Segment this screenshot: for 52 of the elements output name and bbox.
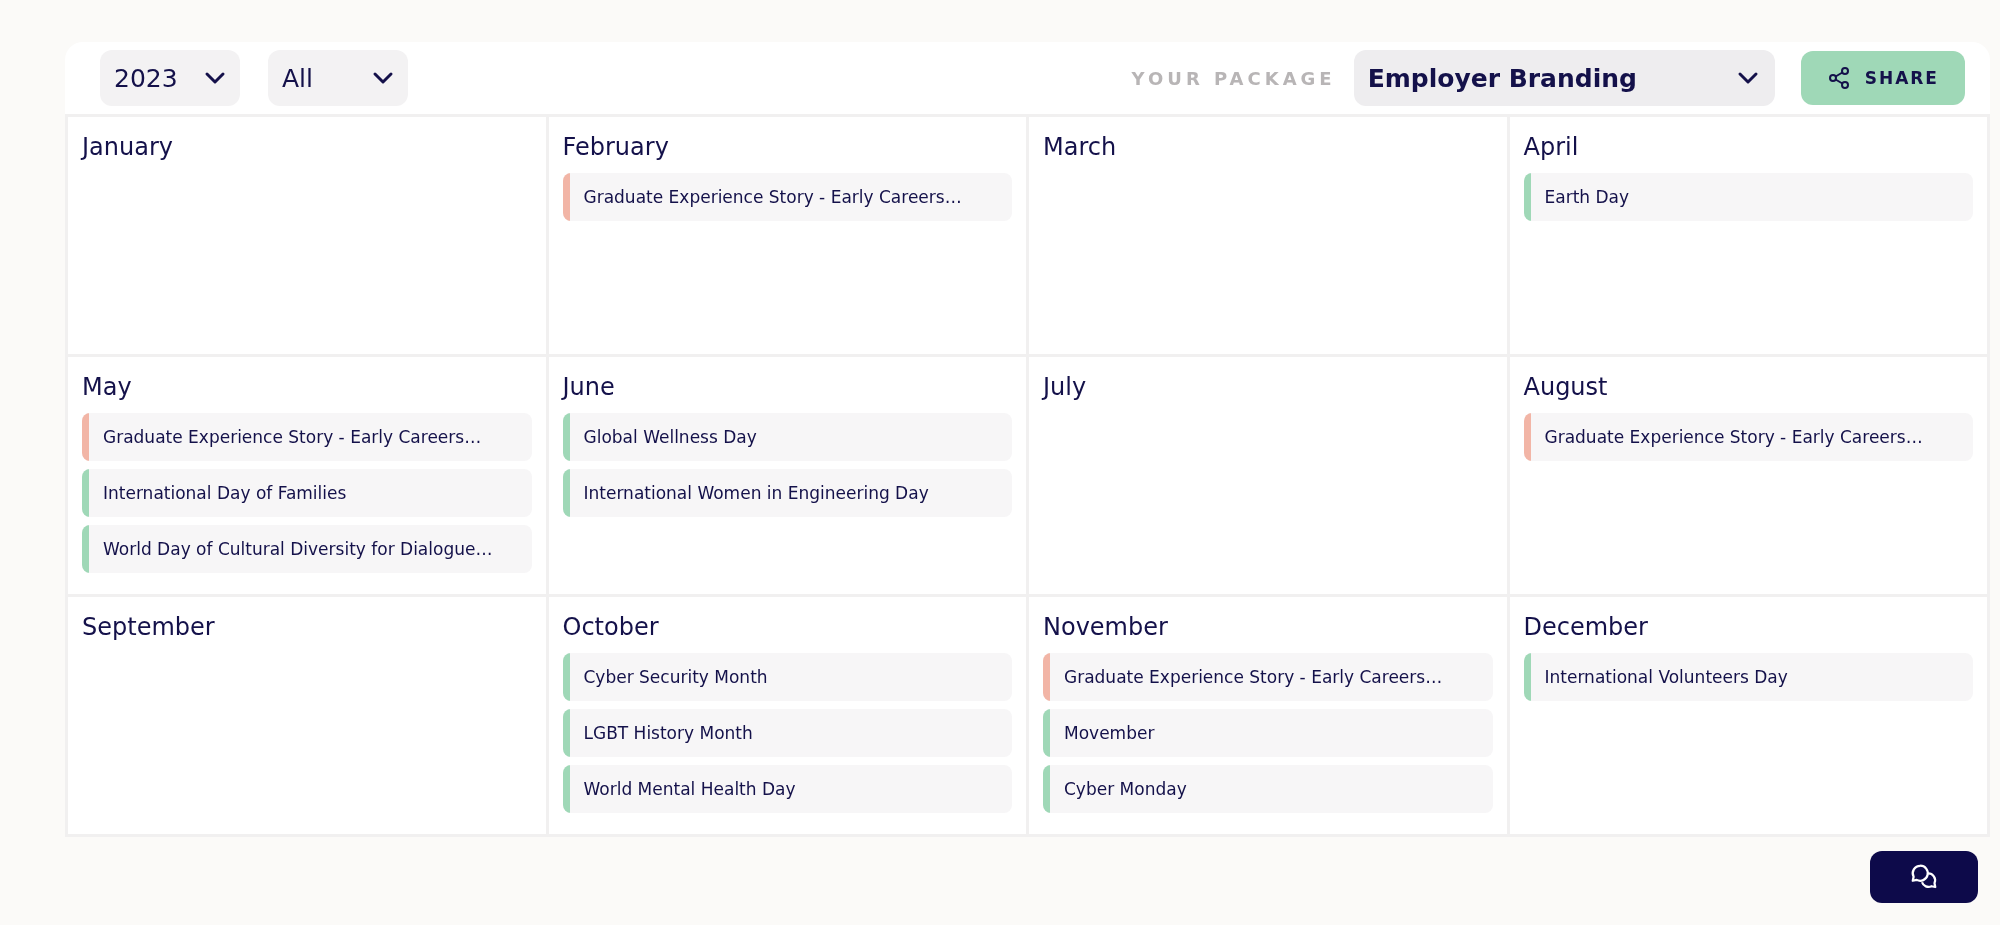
chevron-down-icon — [372, 71, 394, 85]
event-item[interactable]: World Mental Health Day — [562, 765, 1012, 813]
event-item[interactable]: Cyber Monday — [1043, 765, 1493, 813]
share-button[interactable]: SHARE — [1800, 51, 1965, 105]
event-item[interactable]: Cyber Security Month — [562, 653, 1012, 701]
event-item[interactable]: Graduate Experience Story - Early Careers… — [562, 173, 1012, 221]
event-item[interactable]: International Women in Engineering Day — [562, 469, 1012, 517]
event-title: International Volunteers Day — [1543, 666, 1788, 689]
month-title: September — [82, 613, 216, 641]
year-dropdown[interactable]: 2023 — [100, 50, 240, 106]
event-title: Movember — [1063, 722, 1155, 745]
month-title: November — [1043, 613, 1169, 641]
event-title: World Mental Health Day — [582, 778, 796, 801]
chevron-down-icon — [204, 71, 226, 85]
event-title: Graduate Experience Story - Early Careers… — [1543, 426, 1923, 449]
event-item[interactable]: LGBT History Month — [562, 709, 1012, 757]
event-title: World Day of Cultural Diversity for Dialogue… — [102, 538, 493, 561]
month-title: January — [82, 133, 174, 161]
month-title: June — [562, 373, 616, 401]
event-title: Graduate Experience Story - Early Careers… — [582, 186, 962, 209]
event-title: Cyber Security Month — [582, 666, 768, 689]
event-title: Earth Day — [1543, 186, 1630, 209]
month-title: May — [82, 373, 133, 401]
event-title: Graduate Experience Story - Early Careers… — [102, 426, 482, 449]
month-title: August — [1523, 373, 1609, 401]
event-title: Cyber Monday — [1063, 778, 1187, 801]
month-title: July — [1043, 373, 1088, 401]
month-title: October — [562, 613, 660, 641]
event-title: International Day of Families — [102, 482, 347, 505]
event-item[interactable]: International Volunteers Day — [1523, 653, 1973, 701]
event-item[interactable]: Global Wellness Day — [562, 413, 1012, 461]
event-title: International Women in Engineering Day — [582, 482, 929, 505]
share-icon — [1826, 66, 1851, 90]
month-title: April — [1523, 133, 1580, 161]
event-item[interactable]: World Day of Cultural Diversity for Dialogue… — [82, 525, 532, 573]
event-item[interactable]: Graduate Experience Story - Early Careers… — [1043, 653, 1493, 701]
event-item[interactable]: Graduate Experience Story - Early Careers… — [1523, 413, 1973, 461]
event-item[interactable]: Earth Day — [1523, 173, 1973, 221]
event-title: Global Wellness Day — [582, 426, 757, 449]
event-title: LGBT History Month — [582, 722, 753, 745]
month-title: February — [562, 133, 670, 161]
category-dropdown[interactable]: All — [268, 50, 408, 106]
package-label: YOUR PACKAGE — [1131, 67, 1336, 89]
event-title: Graduate Experience Story - Early Careers… — [1063, 666, 1443, 689]
chat-button[interactable] — [1870, 851, 1978, 903]
package-dropdown[interactable]: Employer Branding — [1353, 50, 1775, 106]
event-item[interactable]: Movember — [1043, 709, 1493, 757]
event-item[interactable]: Graduate Experience Story - Early Careers… — [82, 413, 532, 461]
month-title: March — [1043, 133, 1118, 161]
month-title: December — [1523, 613, 1649, 641]
chevron-down-icon — [1736, 71, 1759, 85]
event-item[interactable]: International Day of Families — [82, 469, 532, 517]
